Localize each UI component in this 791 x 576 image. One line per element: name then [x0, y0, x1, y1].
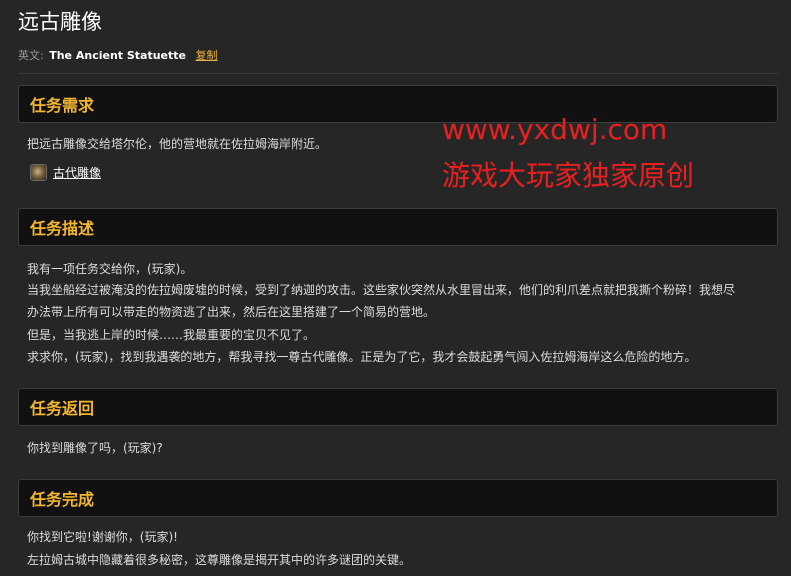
section-header-description: 任务描述: [18, 208, 778, 246]
watermark-slogan: 游戏大玩家独家原创: [442, 159, 695, 192]
section-title-objective: 任务需求: [30, 96, 95, 115]
page-title: 远古雕像: [18, 10, 102, 34]
english-name: The Ancient Statuette: [49, 49, 186, 62]
description-line: 办法带上所有可以带走的物资逃了出来，然后在这里搭建了一个简易的营地。: [27, 305, 436, 319]
description-line: 但是，当我逃上岸的时候……我最重要的宝贝不见了。: [27, 328, 316, 342]
completion-line: 左拉姆古城中隐藏着很多秘密，这尊雕像是揭开其中的许多谜团的关键。: [27, 553, 412, 567]
section-title-completion: 任务完成: [30, 490, 95, 509]
completion-line: 你找到它啦!谢谢你，(玩家)!: [27, 530, 178, 544]
section-title-description: 任务描述: [30, 219, 95, 238]
english-name-row: 英文: The Ancient Statuette 复制: [18, 49, 218, 63]
english-label: 英文:: [18, 49, 44, 62]
objective-text: 把远古雕像交给塔尔伦，他的营地就在佐拉姆海岸附近。: [27, 137, 328, 151]
description-line: 当我坐船经过被淹没的佐拉姆废墟的时候，受到了纳迦的攻击。这些家伙突然从水里冒出来…: [27, 283, 736, 297]
quest-item-label[interactable]: 古代雕像: [53, 164, 101, 181]
quest-item-link[interactable]: 古代雕像: [30, 164, 101, 181]
statuette-icon: [30, 164, 47, 181]
copy-link[interactable]: 复制: [196, 49, 218, 62]
description-line: 我有一项任务交给你，(玩家)。: [27, 262, 193, 276]
watermark-url: www.yxdwj.com: [442, 113, 668, 146]
progress-text: 你找到雕像了吗，(玩家)?: [27, 441, 163, 455]
section-title-progress: 任务返回: [30, 399, 95, 418]
title-divider: [18, 73, 778, 74]
quest-page: 远古雕像 英文: The Ancient Statuette 复制 任务需求 把…: [0, 0, 791, 576]
section-header-progress: 任务返回: [18, 388, 778, 426]
description-line: 求求你，(玩家)，找到我遇袭的地方，帮我寻找一尊古代雕像。正是为了它，我才会鼓起…: [27, 350, 697, 364]
section-header-completion: 任务完成: [18, 479, 778, 517]
